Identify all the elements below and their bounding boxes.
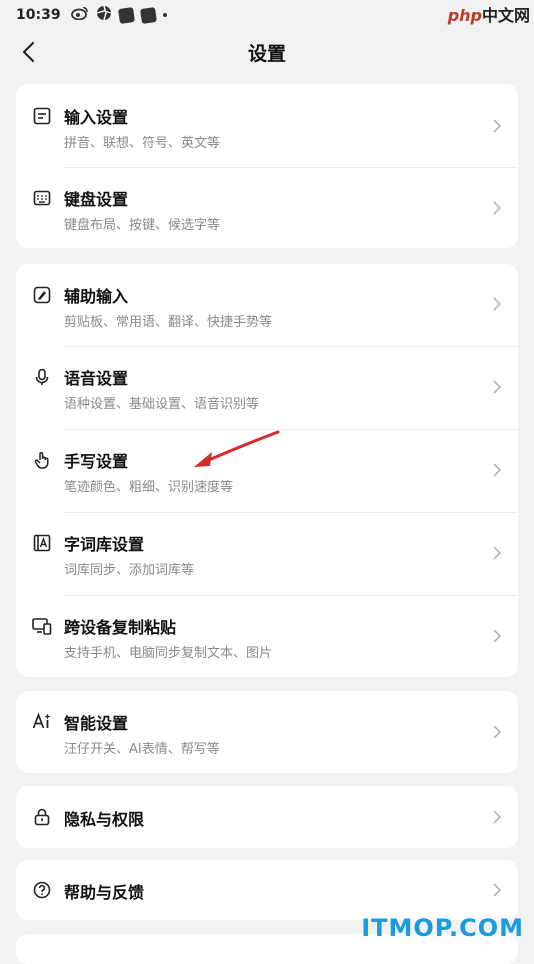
lock-icon xyxy=(32,807,52,827)
hand-pointer-icon xyxy=(32,450,52,470)
item-title: 辅助输入 xyxy=(64,283,128,307)
item-title: 智能设置 xyxy=(64,710,128,734)
settings-item-cross-device[interactable]: 跨设备复制粘贴 支持手机、电脑同步复制文本、图片 xyxy=(16,596,518,677)
settings-item-assist[interactable]: 辅助输入 剪贴板、常用语、翻译、快捷手势等 xyxy=(16,264,518,346)
chevron-right-icon xyxy=(492,882,502,898)
watermark-suffix: 中文网 xyxy=(482,6,530,25)
dictionary-icon xyxy=(32,533,52,553)
settings-item-smart[interactable]: 智能设置 汪仔开关、AI表情、帮写等 xyxy=(16,691,518,773)
item-title: 字词库设置 xyxy=(64,531,144,555)
chevron-right-icon xyxy=(492,545,502,561)
settings-group-3: 智能设置 汪仔开关、AI表情、帮写等 xyxy=(16,691,518,773)
settings-item-privacy[interactable]: 隐私与权限 xyxy=(16,786,518,848)
item-title: 跨设备复制粘贴 xyxy=(64,614,176,638)
chevron-left-icon xyxy=(21,41,35,63)
settings-item-dictionary[interactable]: 字词库设置 词库同步、添加词库等 xyxy=(16,513,518,595)
settings-group-5: 帮助与反馈 xyxy=(16,860,518,920)
back-button[interactable] xyxy=(14,38,42,66)
settings-item-help[interactable]: 帮助与反馈 xyxy=(16,860,518,920)
chevron-right-icon xyxy=(492,379,502,395)
app-notification-icon-2 xyxy=(140,7,157,24)
status-time: 10:39 xyxy=(16,7,61,23)
annotation-arrow-icon xyxy=(186,426,286,472)
ai-icon xyxy=(32,711,52,731)
item-subtitle: 汪仔开关、AI表情、帮写等 xyxy=(64,738,220,757)
chevron-right-icon xyxy=(492,296,502,312)
settings-item-voice[interactable]: 语音设置 语种设置、基础设置、语音识别等 xyxy=(16,347,518,429)
item-title: 输入设置 xyxy=(64,104,128,128)
devices-icon xyxy=(32,616,52,636)
chevron-right-icon xyxy=(492,809,502,825)
item-subtitle: 支持手机、电脑同步复制文本、图片 xyxy=(64,642,272,661)
item-title: 语音设置 xyxy=(64,365,128,389)
settings-item-input[interactable]: 输入设置 拼音、联想、符号、英文等 xyxy=(16,84,518,167)
help-circle-icon xyxy=(32,880,52,900)
settings-group-1: 输入设置 拼音、联想、符号、英文等 键盘设置 键盘布局、按键、候选字等 xyxy=(16,84,518,248)
item-subtitle: 键盘布局、按键、候选字等 xyxy=(64,214,220,233)
watermark-brand: php xyxy=(448,6,482,25)
keyboard-icon xyxy=(32,188,52,208)
nav-bar: 设置 xyxy=(0,30,534,74)
item-subtitle: 剪贴板、常用语、翻译、快捷手势等 xyxy=(64,311,272,330)
item-title: 键盘设置 xyxy=(64,186,128,210)
microphone-icon xyxy=(32,367,52,387)
chevron-right-icon xyxy=(492,118,502,134)
chevron-right-icon xyxy=(492,628,502,644)
chevron-right-icon xyxy=(492,200,502,216)
more-notifications-dot-icon xyxy=(163,13,167,17)
item-subtitle: 语种设置、基础设置、语音识别等 xyxy=(64,393,259,412)
watermark-php: php中文网 xyxy=(448,2,530,26)
item-title: 手写设置 xyxy=(64,448,128,472)
item-subtitle: 笔迹颜色、粗细、识别速度等 xyxy=(64,476,233,495)
settings-item-keyboard[interactable]: 键盘设置 键盘布局、按键、候选字等 xyxy=(16,168,518,248)
item-subtitle: 拼音、联想、符号、英文等 xyxy=(64,132,220,151)
settings-group-4: 隐私与权限 xyxy=(16,786,518,848)
item-title: 帮助与反馈 xyxy=(64,879,144,903)
page-title: 设置 xyxy=(248,39,286,66)
edit-square-icon xyxy=(32,285,52,305)
aperture-icon xyxy=(96,5,112,25)
item-title: 隐私与权限 xyxy=(64,806,144,830)
chevron-right-icon xyxy=(492,462,502,478)
watermark-itmop: ITMOP.COM xyxy=(361,914,524,942)
item-subtitle: 词库同步、添加词库等 xyxy=(64,559,194,578)
document-icon xyxy=(32,106,52,126)
chevron-right-icon xyxy=(492,724,502,740)
weibo-icon xyxy=(71,6,89,24)
app-notification-icon xyxy=(118,7,135,24)
